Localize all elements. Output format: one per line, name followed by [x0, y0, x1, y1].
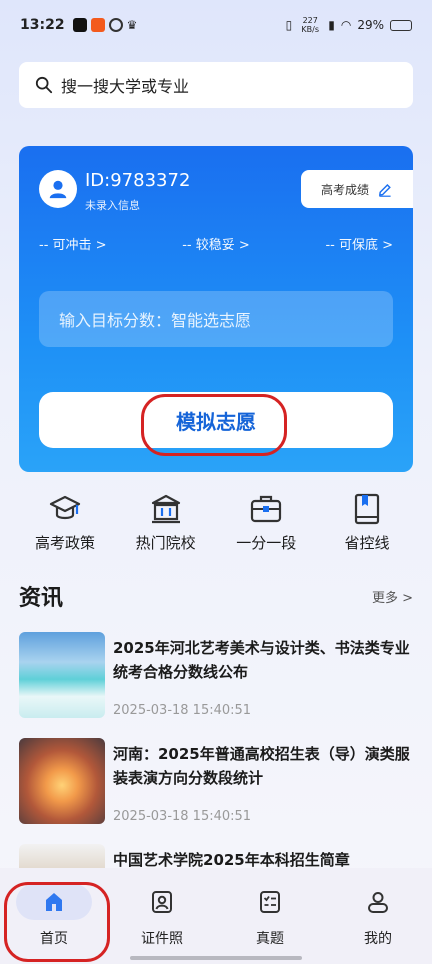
- quick-nav-score-segments[interactable]: 一分一段: [220, 492, 312, 553]
- exam-score-button[interactable]: 高考成绩: [301, 170, 413, 208]
- tier-safe[interactable]: -- 可保底 >: [325, 234, 393, 253]
- status-bar: 13:22 ♛ ▯ 227 KB/s ▮ ◠ 29%: [0, 0, 432, 50]
- search-bar[interactable]: 搜一搜大学或专业: [19, 62, 413, 108]
- avatar[interactable]: [39, 170, 77, 208]
- news-item[interactable]: 河南：2025年普通高校招生表（导）演类服装表演方向分数段统计 2025-03-…: [19, 738, 413, 826]
- quick-nav-label: 省控线: [344, 534, 390, 552]
- profile-icon: [340, 884, 416, 920]
- loop-app-icon: [108, 18, 123, 32]
- tab-exam-papers[interactable]: 真题: [224, 884, 316, 964]
- tab-label: 证件照: [141, 931, 183, 947]
- simulate-volunteer-button[interactable]: 模拟志愿: [39, 392, 393, 448]
- shopping-app-icon: [90, 18, 105, 32]
- vibrate-icon: ▯: [285, 18, 293, 32]
- status-right: ▯ 227 KB/s ▮ ◠ 29%: [286, 16, 412, 34]
- tab-id-photo[interactable]: 证件照: [116, 884, 208, 964]
- news-timestamp: 2025-03-18 15:40:51: [113, 809, 252, 824]
- tiktok-icon: [72, 18, 87, 32]
- news-thumbnail-sunset: [19, 738, 105, 824]
- news-body: 2025年河北艺考美术与设计类、书法类专业统考合格分数线公布 2025-03-1…: [113, 632, 413, 720]
- search-placeholder: 搜一搜大学或专业: [61, 77, 190, 96]
- news-headline: 河南：2025年普通高校招生表（导）演类服装表演方向分数段统计: [113, 745, 410, 787]
- volunteer-card: ID:9783372 未录入信息 高考成绩 -- 可冲击 > -- 较稳妥 > …: [19, 146, 413, 472]
- admission-tiers: -- 可冲击 > -- 较稳妥 > -- 可保底 >: [39, 234, 393, 253]
- simulate-volunteer-label: 模拟志愿: [176, 409, 256, 434]
- tab-label: 真题: [256, 931, 284, 947]
- bottom-nav: 首页 证件照 真题 我的: [0, 868, 432, 964]
- tier-reach[interactable]: -- 可冲击 >: [39, 234, 107, 253]
- news-header: 资讯 更多 >: [19, 580, 413, 612]
- tab-profile[interactable]: 我的: [332, 884, 424, 964]
- battery-icon: [390, 19, 412, 31]
- briefcase-icon: [249, 492, 283, 526]
- wifi-icon: ◠: [340, 18, 352, 32]
- checklist-icon: [232, 884, 308, 920]
- user-info-status[interactable]: 未录入信息: [85, 197, 140, 213]
- edit-icon: [378, 183, 391, 197]
- quick-nav-control-line[interactable]: 省控线: [321, 492, 413, 553]
- exam-score-label: 高考成绩: [320, 182, 369, 197]
- home-indicator[interactable]: [130, 956, 302, 960]
- crown-icon: ♛: [126, 18, 138, 32]
- home-icon: [16, 884, 92, 920]
- graduation-cap-icon: [48, 492, 82, 526]
- quick-nav-policy[interactable]: 高考政策: [19, 492, 111, 553]
- news-body: 河南：2025年普通高校招生表（导）演类服装表演方向分数段统计 2025-03-…: [113, 738, 413, 826]
- tier-stable[interactable]: -- 较稳妥 >: [182, 234, 250, 253]
- user-icon: [49, 180, 67, 199]
- tab-label: 我的: [364, 931, 392, 947]
- quick-nav: 高考政策 热门院校 一分一段 省控线: [19, 492, 413, 553]
- user-id: ID:9783372: [85, 170, 191, 191]
- quick-nav-label: 热门院校: [135, 534, 196, 552]
- network-speed: 227 KB/s: [301, 16, 320, 34]
- quick-nav-colleges[interactable]: 热门院校: [120, 492, 212, 553]
- quick-nav-label: 一分一段: [236, 534, 297, 552]
- news-section-title: 资讯: [19, 586, 64, 611]
- institution-icon: [149, 492, 183, 526]
- id-photo-icon: [124, 884, 200, 920]
- news-timestamp: 2025-03-18 15:40:51: [113, 703, 252, 718]
- sim-icon: ▮: [328, 18, 335, 32]
- battery-level: 29%: [357, 18, 384, 32]
- search-icon: [35, 76, 53, 94]
- news-more-link[interactable]: 更多 >: [372, 587, 413, 606]
- news-item[interactable]: 2025年河北艺考美术与设计类、书法类专业统考合格分数线公布 2025-03-1…: [19, 632, 413, 720]
- tab-label: 首页: [40, 931, 68, 947]
- news-headline: 2025年河北艺考美术与设计类、书法类专业统考合格分数线公布: [113, 639, 410, 681]
- status-app-icons: ♛: [72, 18, 138, 32]
- news-thumbnail-beach: [19, 632, 105, 718]
- status-time: 13:22: [20, 17, 65, 33]
- tab-home[interactable]: 首页: [8, 884, 100, 964]
- target-score-placeholder: 输入目标分数：智能选志愿: [59, 311, 252, 330]
- book-icon: [350, 492, 384, 526]
- quick-nav-label: 高考政策: [34, 534, 95, 552]
- target-score-input[interactable]: 输入目标分数：智能选志愿: [39, 291, 393, 347]
